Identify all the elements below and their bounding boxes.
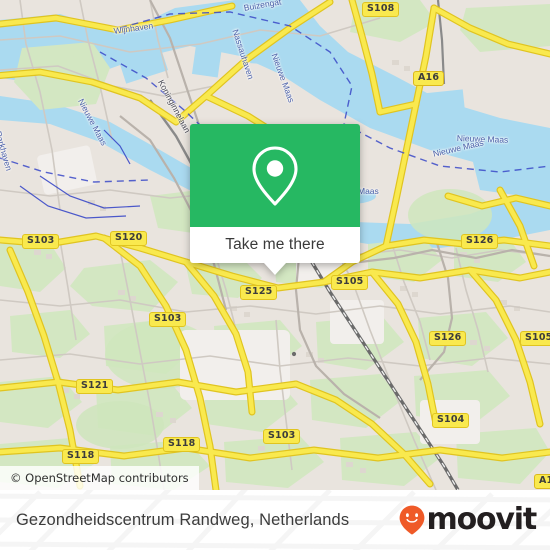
road-shield: S108 <box>362 2 400 17</box>
popup-action-bar[interactable]: Take me there <box>190 227 360 275</box>
poi-dot <box>291 351 297 357</box>
popup-pointer-tail <box>264 263 286 275</box>
moovit-wordmark: moovit <box>426 502 538 537</box>
road-shield: S103 <box>22 234 60 249</box>
map-pin-icon <box>252 145 298 206</box>
road-shield: S125 <box>240 285 278 300</box>
moovit-logo[interactable]: moovit <box>399 502 538 537</box>
page-footer: Gezondheidscentrum Randweg, Netherlands … <box>0 490 550 550</box>
road-shield: S105 <box>520 331 550 346</box>
popup-header <box>190 124 360 227</box>
road-shield: S121 <box>76 379 114 394</box>
road-shield: S118 <box>163 437 201 452</box>
osm-attribution[interactable]: © OpenStreetMap contributors <box>0 466 199 490</box>
road-shield: S120 <box>110 231 148 246</box>
road-shield: S103 <box>149 312 187 327</box>
location-popup-card[interactable]: Take me there <box>190 124 360 275</box>
road-shield: S126 <box>429 331 467 346</box>
road-shield: A16 <box>413 71 445 86</box>
map-label: Maas <box>358 186 379 196</box>
road-shield: S104 <box>432 413 470 428</box>
road-shield: S103 <box>263 429 301 444</box>
location-title: Gezondheidscentrum Randweg, Netherlands <box>16 510 350 529</box>
road-shield: A15 <box>534 474 550 489</box>
moovit-map-screenshot: Wijnhaven Buizengat Nassauhaven Nieuwe Maas… <box>0 0 550 550</box>
road-shield: S118 <box>62 449 100 464</box>
moovit-pin-smiley-icon <box>399 505 424 535</box>
road-shield: S105 <box>331 275 369 290</box>
road-shield: S126 <box>461 234 499 249</box>
take-me-there-button[interactable]: Take me there <box>225 236 325 254</box>
map-canvas[interactable]: Wijnhaven Buizengat Nassauhaven Nieuwe Maas… <box>0 0 550 490</box>
